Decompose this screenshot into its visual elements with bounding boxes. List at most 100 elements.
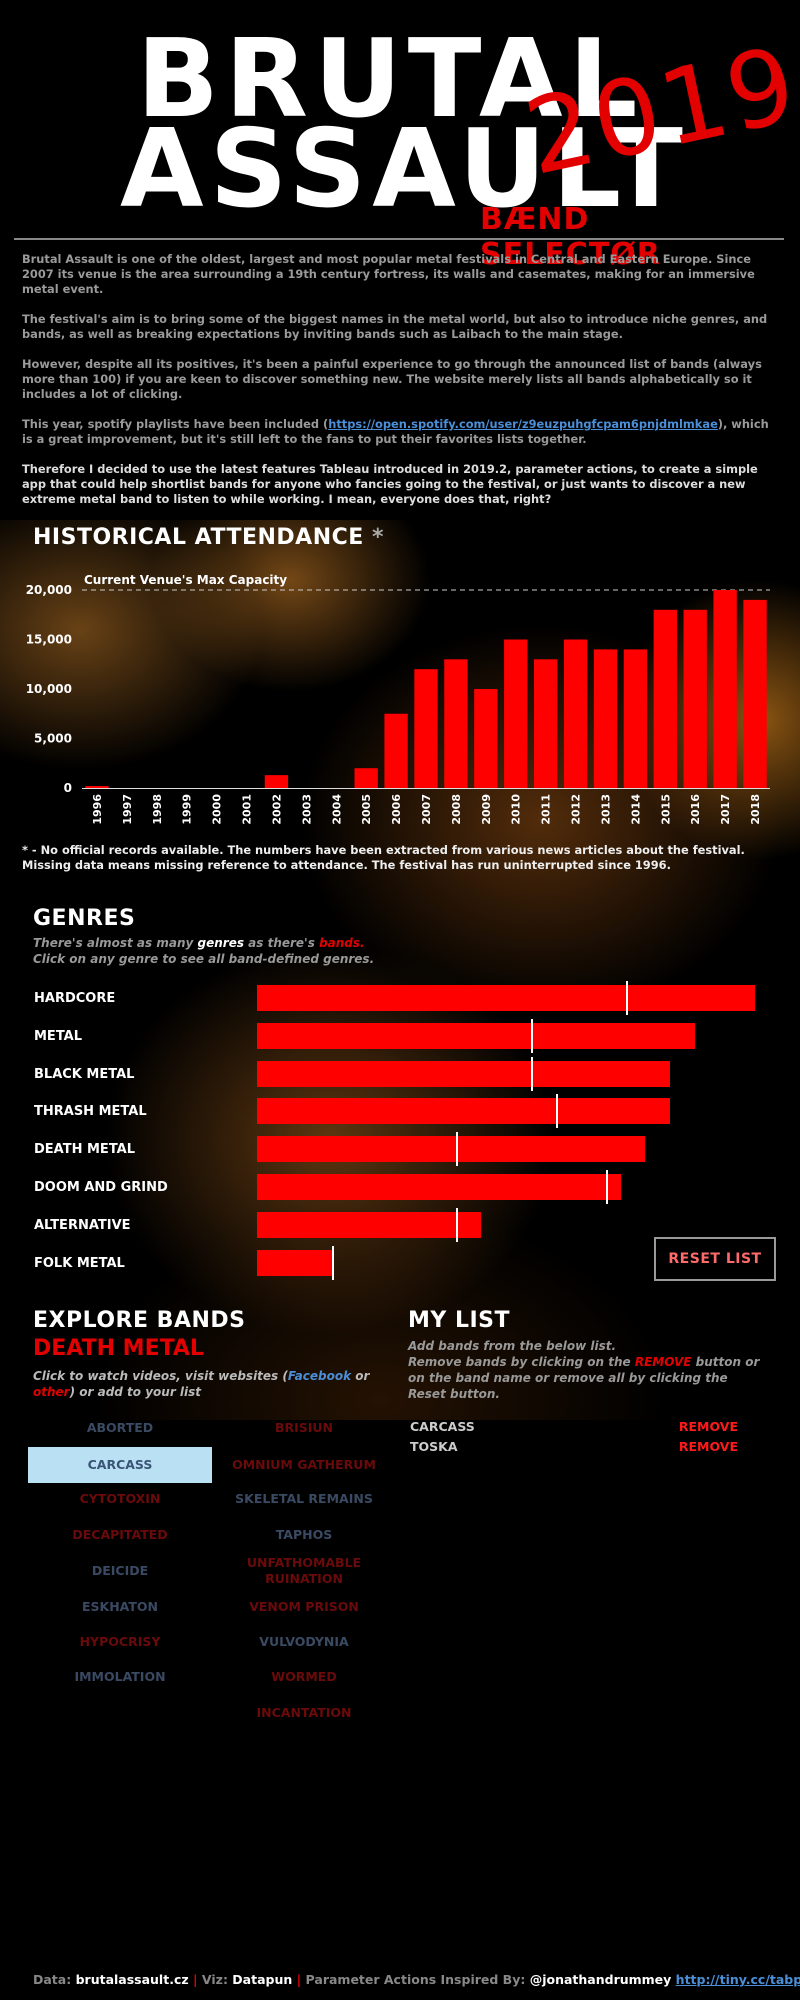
my-list-sub-line: Remove bands by clicking on the REMOVE b…	[408, 1354, 768, 1402]
band-item[interactable]: DECAPITATED	[28, 1527, 212, 1543]
genre-label[interactable]: ALTERNATIVE	[34, 1218, 131, 1233]
genre-label[interactable]: FOLK METAL	[34, 1256, 125, 1271]
genre-row[interactable]: DEATH METAL	[0, 1132, 800, 1167]
attendance-bar	[474, 689, 498, 788]
genre-bar[interactable]	[257, 1060, 671, 1087]
genre-bar[interactable]	[257, 1136, 646, 1163]
footer-label: Data:	[33, 1972, 76, 1987]
genre-label[interactable]: THRASH METAL	[34, 1104, 147, 1119]
attendance-bar	[264, 775, 289, 788]
my-list-band-name[interactable]: TOSKA	[410, 1439, 458, 1454]
genre-bar[interactable]	[257, 1249, 332, 1276]
x-tick-label: 2013	[599, 794, 612, 825]
genre-label[interactable]: DOOM AND GRIND	[34, 1180, 168, 1195]
genre-label[interactable]: BLACK METAL	[34, 1067, 134, 1082]
attendance-bar	[444, 659, 468, 788]
footer-label: Parameter Actions Inspired By:	[301, 1972, 530, 1987]
genre-bar[interactable]	[257, 1211, 482, 1238]
genre-row[interactable]: BLACK METAL	[0, 1056, 800, 1091]
genre-reference-marker	[605, 1170, 608, 1204]
genre-bar[interactable]	[257, 1098, 671, 1125]
band-item[interactable]: ESKHATON	[28, 1599, 212, 1615]
band-item[interactable]: HYPOCRISY	[28, 1634, 212, 1650]
y-tick-label: 20,000	[26, 583, 72, 597]
genre-label[interactable]: HARDCORE	[34, 991, 115, 1006]
x-tick-label: 2018	[749, 794, 762, 825]
genre-label[interactable]: DEATH METAL	[34, 1142, 135, 1157]
spotify-link[interactable]: https://open.spotify.com/user/z9euzpuhgf…	[328, 417, 718, 431]
genres-sub-genres: genres	[197, 936, 244, 950]
remove-button[interactable]: REMOVE	[679, 1439, 738, 1454]
genre-label[interactable]: METAL	[34, 1029, 82, 1044]
x-tick-label: 2001	[241, 794, 254, 825]
genre-reference-marker	[456, 1207, 459, 1242]
band-item[interactable]: TAPHOS	[212, 1527, 396, 1543]
remove-button[interactable]: REMOVE	[679, 1419, 738, 1434]
my-list-title: MY LIST	[408, 1308, 511, 1333]
band-item[interactable]: INCANTATION	[212, 1705, 396, 1721]
footer-credits: Data: brutalassault.cz | Viz: Datapun | …	[33, 1972, 800, 1987]
footer-viz-author: Datapun	[232, 1972, 293, 1987]
y-tick-label: 10,000	[26, 682, 72, 696]
genre-reference-marker	[625, 981, 628, 1015]
band-item[interactable]: UNFATHOMABLE RUINATION	[212, 1555, 396, 1587]
band-item[interactable]: CARCASS	[28, 1447, 212, 1483]
attendance-bar	[653, 609, 677, 788]
band-item[interactable]: VULVODYNIA	[212, 1634, 396, 1650]
genre-bar[interactable]	[257, 1022, 696, 1049]
band-item[interactable]: CYTOTOXIN	[28, 1491, 212, 1507]
intro-text: Brutal Assault is one of the oldest, lar…	[22, 252, 782, 522]
attendance-bar	[683, 609, 707, 788]
reset-list-button[interactable]: RESET LIST	[654, 1237, 776, 1281]
band-item[interactable]: VENOM PRISON	[212, 1599, 396, 1615]
x-tick-label: 2012	[570, 794, 583, 825]
x-tick-label: 2009	[480, 794, 493, 825]
attendance-bar	[623, 649, 648, 788]
genres-sub-bands: bands.	[319, 936, 365, 950]
x-tick-label: 2015	[659, 794, 672, 825]
band-item[interactable]: DEICIDE	[28, 1563, 212, 1579]
attendance-bar	[504, 639, 528, 788]
my-list-sub-line: Add bands from the below list.	[408, 1339, 617, 1353]
intro-paragraph: However, despite all its positives, it's…	[22, 357, 762, 401]
attendance-bar	[414, 669, 438, 788]
footer-link[interactable]: http://tiny.cc/tabparam	[676, 1972, 800, 1987]
intro-paragraph: Brutal Assault is one of the oldest, lar…	[22, 252, 755, 296]
attendance-bar	[743, 599, 767, 788]
x-tick-label: 2005	[360, 794, 373, 825]
attendance-title-text: HISTORICAL ATTENDANCE	[33, 525, 364, 550]
genre-row[interactable]: THRASH METAL	[0, 1094, 800, 1129]
x-tick-label: 1998	[151, 794, 164, 825]
genre-bar[interactable]	[257, 985, 755, 1011]
band-item[interactable]: SKELETAL REMAINS	[212, 1491, 396, 1507]
attendance-bar	[713, 590, 737, 788]
explore-bands-title: EXPLORE BANDS	[33, 1308, 246, 1333]
footer-label: Viz:	[197, 1972, 233, 1987]
x-tick-label: 1996	[91, 794, 104, 825]
band-item[interactable]: IMMOLATION	[28, 1669, 212, 1685]
band-item[interactable]: ABORTED	[28, 1420, 212, 1436]
attendance-bar	[563, 639, 588, 788]
my-list-band-name[interactable]: CARCASS	[410, 1419, 475, 1434]
genre-row[interactable]: METAL	[0, 1018, 800, 1053]
genres-subtitle-line: There's almost as many genres as there's…	[33, 935, 374, 951]
x-tick-label: 2004	[330, 794, 343, 825]
genre-row[interactable]: ALTERNATIVE	[0, 1207, 800, 1242]
band-item[interactable]: OMNIUM GATHERUM	[212, 1457, 396, 1473]
x-tick-label: 1999	[181, 794, 194, 825]
capacity-reference-label: Current Venue's Max Capacity	[84, 573, 287, 587]
genres-subtitle: There's almost as many genres as there's…	[33, 935, 374, 967]
selected-genre: DEATH METAL	[33, 1336, 204, 1361]
my-list-row: CARCASS REMOVE	[410, 1419, 745, 1437]
genre-reference-marker	[530, 1056, 533, 1091]
genre-bar[interactable]	[257, 1174, 621, 1200]
genre-row[interactable]: DOOM AND GRIND	[0, 1170, 800, 1204]
genre-row[interactable]: HARDCORE	[0, 981, 800, 1015]
genre-reference-marker	[530, 1018, 533, 1053]
band-item[interactable]: BRISIUN	[212, 1420, 396, 1436]
festival-logo: BRUTAL ASSAULT 2019 BÆND SELECTØR	[120, 23, 800, 272]
attendance-bar	[384, 713, 408, 788]
band-item[interactable]: WORMED	[212, 1669, 396, 1685]
explore-subtitle: Click to watch videos, visit websites (F…	[33, 1368, 373, 1400]
attendance-title: HISTORICAL ATTENDANCE *	[33, 525, 384, 550]
